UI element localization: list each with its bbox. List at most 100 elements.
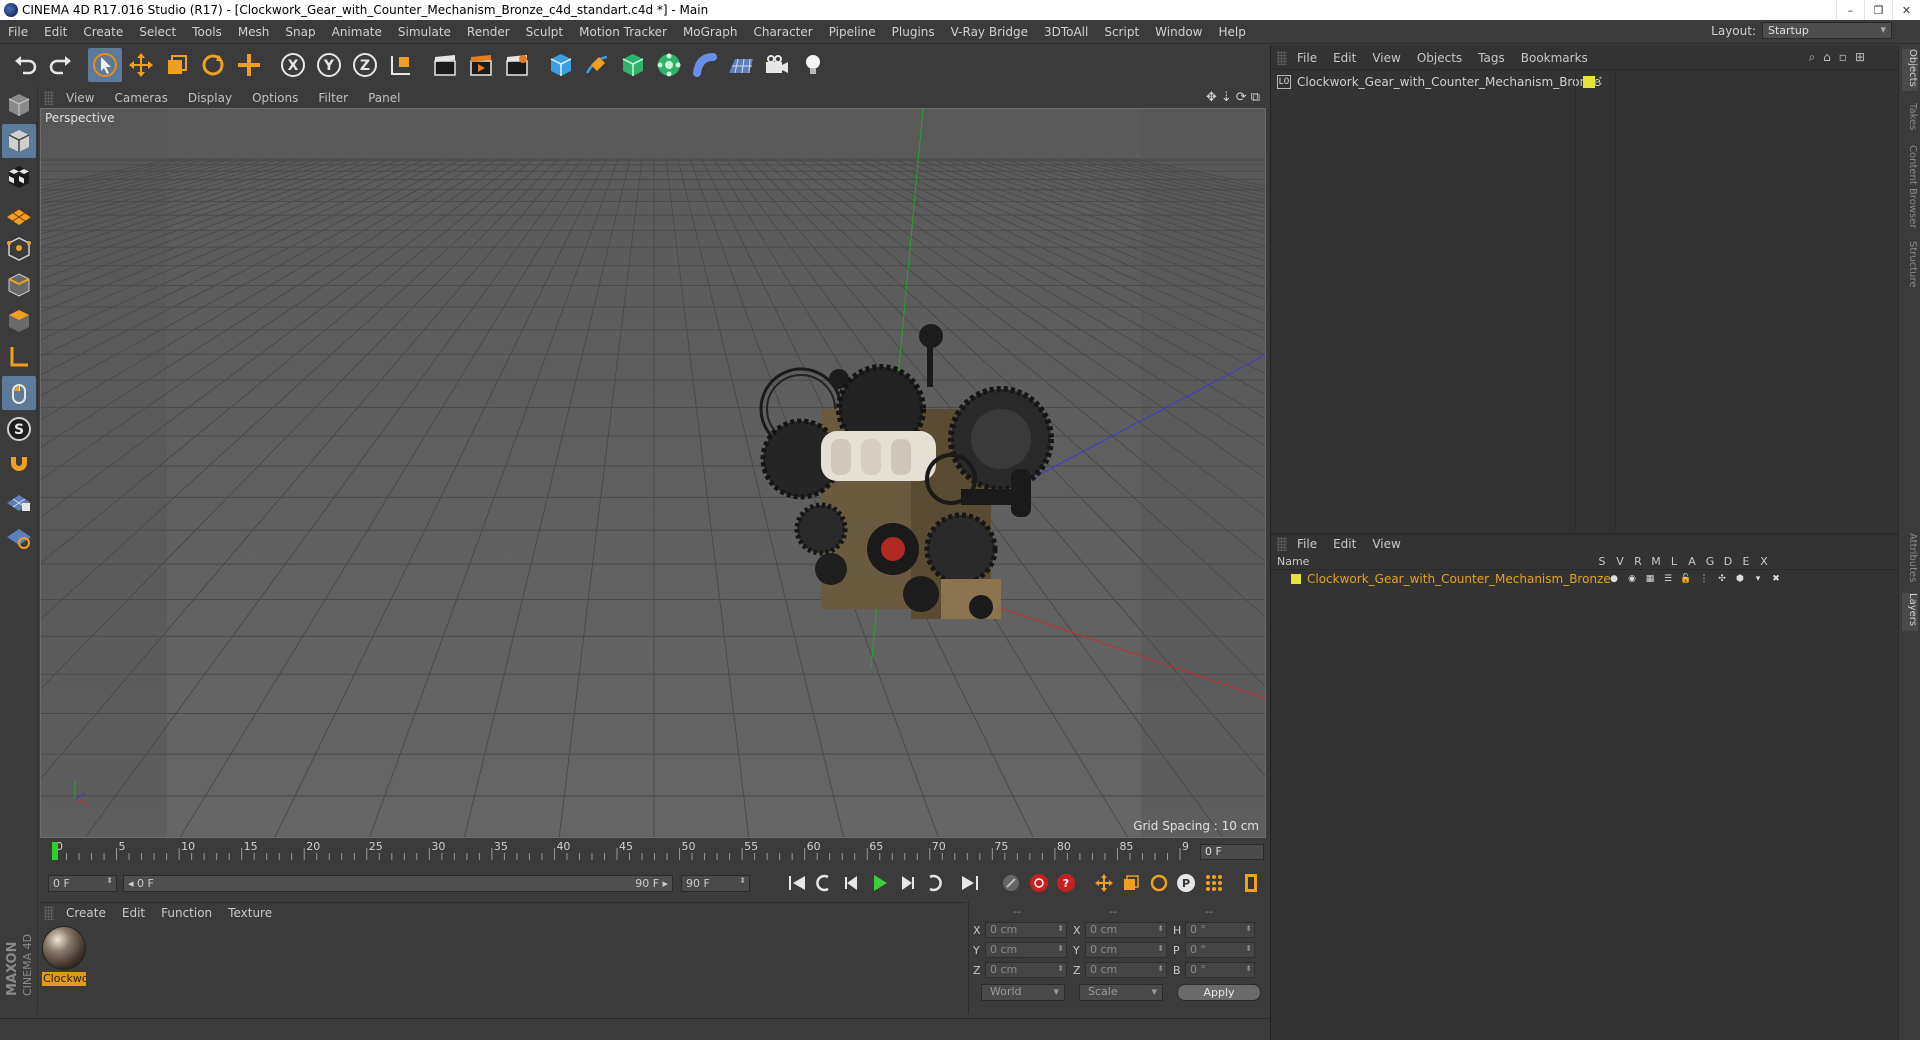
x-axis-lock-button[interactable]: X — [276, 48, 310, 82]
model-mode-button[interactable] — [2, 124, 36, 158]
subdivision-surface-button[interactable] — [616, 48, 650, 82]
undock-icon[interactable]: ▫ — [1839, 50, 1847, 65]
om-menu-objects[interactable]: Objects — [1417, 51, 1462, 65]
position-x-field[interactable]: 0 cm — [985, 922, 1067, 938]
axis-mode-button[interactable] — [2, 340, 36, 374]
coordinate-mode-select[interactable]: World — [981, 984, 1065, 1001]
lock-flag-icon[interactable]: 🔓 — [1677, 574, 1695, 584]
dolly-icon[interactable]: ⇣ — [1221, 90, 1232, 105]
menu-create[interactable]: Create — [75, 25, 131, 39]
material-menu-create[interactable]: Create — [66, 906, 106, 920]
animation-flag-icon[interactable]: ⋮ — [1695, 574, 1713, 584]
planar-workplane-button[interactable] — [2, 520, 36, 554]
visible-flag-icon[interactable]: ◉ — [1623, 574, 1641, 584]
cloner-button[interactable] — [652, 48, 686, 82]
deformer-button[interactable] — [688, 48, 722, 82]
go-to-start-button[interactable] — [784, 870, 810, 896]
y-axis-lock-button[interactable]: Y — [312, 48, 346, 82]
light-button[interactable] — [796, 48, 830, 82]
go-to-end-button[interactable] — [957, 870, 983, 896]
menu-file[interactable]: File — [0, 25, 36, 39]
lm-menu-edit[interactable]: Edit — [1333, 537, 1356, 551]
layer-color-swatch[interactable] — [1291, 574, 1301, 584]
orbit-icon[interactable]: ⟳ — [1236, 90, 1247, 105]
polygons-mode-button[interactable] — [2, 304, 36, 338]
om-menu-tags[interactable]: Tags — [1478, 51, 1505, 65]
material-menu-texture[interactable]: Texture — [228, 906, 272, 920]
position-z-field[interactable]: 0 cm — [985, 962, 1067, 978]
viewport-menu-display[interactable]: Display — [188, 91, 232, 105]
manager-flag-icon[interactable]: ☰ — [1659, 574, 1677, 584]
om-menu-edit[interactable]: Edit — [1333, 51, 1356, 65]
cube-primitive-button[interactable] — [544, 48, 578, 82]
make-editable-button[interactable] — [2, 88, 36, 122]
tab-objects[interactable]: Objects — [1902, 49, 1918, 91]
menu-vray-bridge[interactable]: V-Ray Bridge — [943, 25, 1036, 39]
minimize-button[interactable]: – — [1836, 0, 1864, 20]
workplane-mode-button[interactable] — [2, 196, 36, 230]
key-rotation-button[interactable] — [1146, 870, 1172, 896]
camera-button[interactable] — [760, 48, 794, 82]
floor-button[interactable] — [724, 48, 758, 82]
lm-menu-file[interactable]: File — [1297, 537, 1317, 551]
home-icon[interactable]: ⌂ — [1823, 50, 1831, 65]
menu-edit[interactable]: Edit — [36, 25, 75, 39]
live-selection-button[interactable] — [88, 48, 122, 82]
viewport-menu-filter[interactable]: Filter — [318, 91, 348, 105]
menu-window[interactable]: Window — [1147, 25, 1210, 39]
object-row[interactable]: L0 Clockwork_Gear_with_Counter_Mechanism… — [1277, 74, 1601, 90]
menu-snap[interactable]: Snap — [277, 25, 323, 39]
redo-button[interactable] — [44, 48, 78, 82]
preview-range-slider[interactable]: ◂ 0 F 90 F ▸ — [122, 874, 674, 892]
points-mode-button[interactable] — [2, 232, 36, 266]
menu-plugins[interactable]: Plugins — [884, 25, 943, 39]
viewport-menu-cameras[interactable]: Cameras — [114, 91, 167, 105]
current-frame-field[interactable]: 0 F — [1200, 844, 1264, 860]
edges-mode-button[interactable] — [2, 268, 36, 302]
size-x-field[interactable]: 0 cm — [1085, 922, 1167, 938]
viewport-menu-options[interactable]: Options — [252, 91, 298, 105]
motion-record-button[interactable] — [998, 870, 1024, 896]
tab-takes[interactable]: Takes — [1902, 103, 1918, 133]
next-key-button[interactable] — [922, 870, 948, 896]
key-scale-button[interactable] — [1118, 870, 1144, 896]
key-position-button[interactable] — [1091, 870, 1117, 896]
generators-flag-icon[interactable]: ✣ — [1713, 574, 1731, 584]
workplane-lock-button[interactable] — [2, 484, 36, 518]
object-name[interactable]: Clockwork_Gear_with_Counter_Mechanism_Br… — [1297, 75, 1601, 89]
menu-pipeline[interactable]: Pipeline — [821, 25, 884, 39]
tab-content-browser[interactable]: Content Browser — [1902, 145, 1918, 229]
undo-button[interactable] — [8, 48, 42, 82]
preview-max-field[interactable]: 90 F ⬍ — [681, 874, 750, 892]
panel-grip[interactable] — [44, 905, 54, 920]
texture-mode-button[interactable] — [2, 160, 36, 194]
layer-row[interactable]: Clockwork_Gear_with_Counter_Mechanism_Br… — [1271, 571, 1901, 587]
pan-icon[interactable]: ✥ — [1206, 90, 1217, 105]
tab-attributes[interactable]: Attributes — [1902, 533, 1918, 585]
perspective-viewport[interactable]: Perspective Grid Spacing : 10 cm — [40, 108, 1266, 838]
tweak-mode-button[interactable] — [2, 376, 36, 410]
menu-3dtoall[interactable]: 3DToAll — [1036, 25, 1096, 39]
menu-tools[interactable]: Tools — [184, 25, 230, 39]
preview-min-field[interactable]: 0 F ⬍ — [48, 874, 117, 892]
maximize-button[interactable]: ❐ — [1864, 0, 1892, 20]
layer-name[interactable]: Clockwork_Gear_with_Counter_Mechanism_Br… — [1307, 572, 1611, 586]
solo-flag-icon[interactable]: ● — [1605, 574, 1623, 584]
material-menu-edit[interactable]: Edit — [122, 906, 145, 920]
position-y-field[interactable]: 0 cm — [985, 942, 1067, 958]
layout-select[interactable]: Startup — [1762, 22, 1892, 39]
search-icon[interactable]: ⌕ — [1808, 50, 1815, 65]
move-tool-button[interactable] — [124, 48, 158, 82]
close-button[interactable]: ✕ — [1892, 0, 1920, 20]
rotation-h-field[interactable]: 0 ° — [1185, 922, 1255, 938]
spline-pen-button[interactable] — [580, 48, 614, 82]
size-mode-select[interactable]: Scale — [1079, 984, 1163, 1001]
spin-icon[interactable]: ⬍ — [106, 876, 113, 885]
render-to-picture-viewer-button[interactable] — [464, 48, 498, 82]
om-menu-file[interactable]: File — [1297, 51, 1317, 65]
timeline-ruler[interactable]: 051015202530354045505560657075808590 0 F — [40, 840, 1266, 864]
menu-sculpt[interactable]: Sculpt — [518, 25, 571, 39]
tab-structure[interactable]: Structure — [1902, 241, 1918, 291]
lm-menu-view[interactable]: View — [1372, 537, 1400, 551]
timeline-window-button[interactable] — [1238, 870, 1264, 896]
